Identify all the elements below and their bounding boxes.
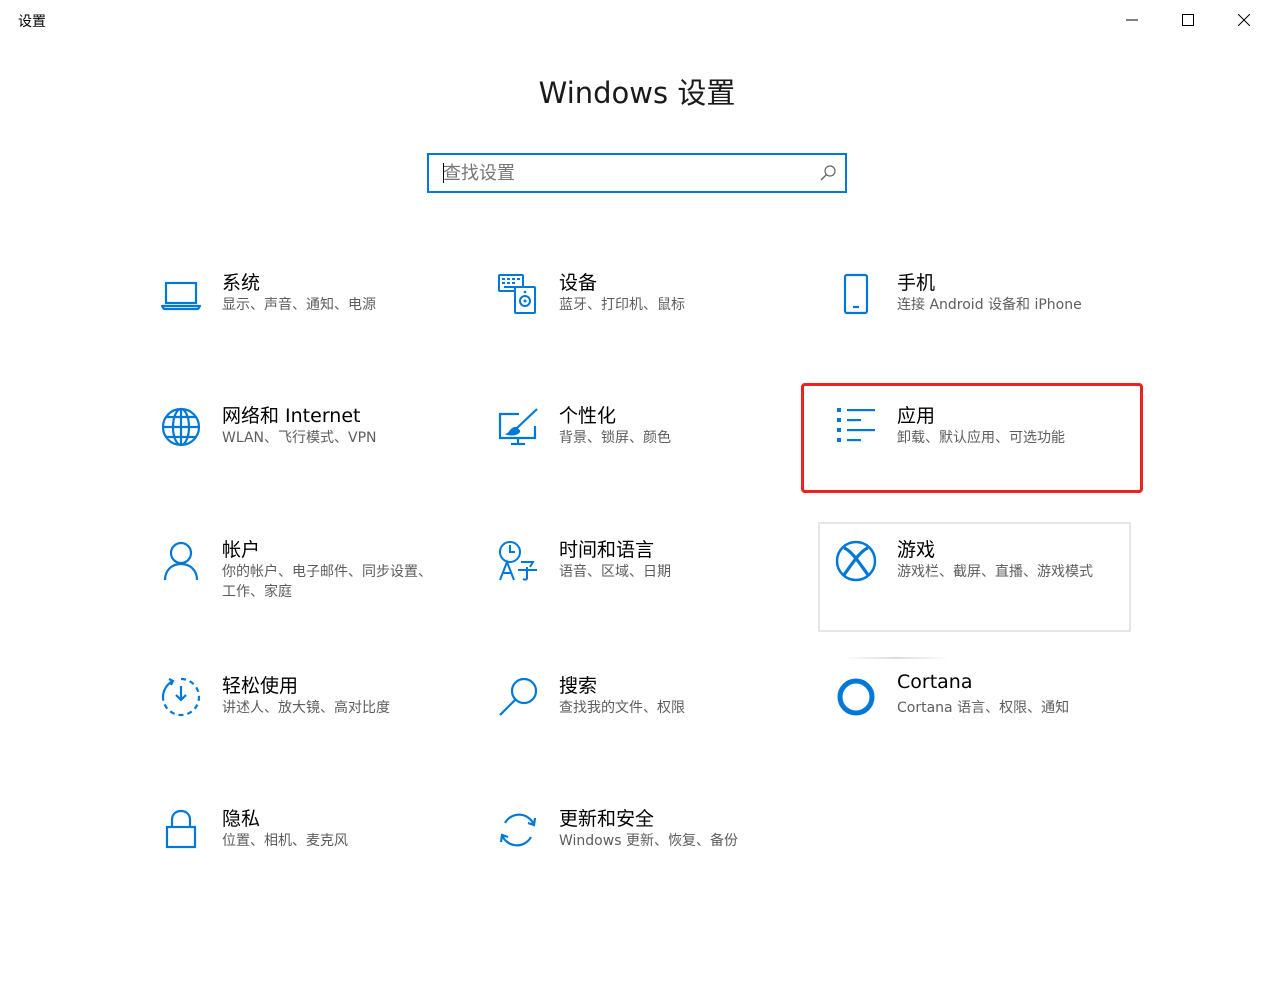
tile-title: 时间和语言 xyxy=(559,539,655,561)
tile-title: 设备 xyxy=(559,272,598,294)
xbox-icon xyxy=(835,540,879,584)
tile-title: 网络和 Internet xyxy=(222,405,361,427)
tile-title: 游戏 xyxy=(897,539,936,561)
minimize-button[interactable] xyxy=(1104,0,1160,40)
search-input[interactable] xyxy=(429,155,813,191)
tile-title: 个性化 xyxy=(559,405,617,427)
maximize-button[interactable] xyxy=(1160,0,1216,40)
search-icon[interactable] xyxy=(819,164,837,182)
tile-description: 蓝牙、打印机、鼠标 xyxy=(559,297,685,313)
page-title: Windows 设置 xyxy=(538,76,736,110)
tile-time-language[interactable]: 时间和语言 语音、区域、日期 xyxy=(497,539,817,640)
tile-description: 讲述人、放大镜、高对比度 xyxy=(222,700,390,716)
tile-title: 帐户 xyxy=(222,539,261,561)
tile-title: 搜索 xyxy=(559,675,598,697)
tile-title: Cortana xyxy=(897,671,973,693)
maximize-icon xyxy=(1182,14,1194,26)
devices-icon xyxy=(497,273,541,317)
person-icon xyxy=(160,540,204,584)
tile-search[interactable]: 搜索 查找我的文件、权限 xyxy=(497,675,817,776)
globe-icon xyxy=(160,406,204,450)
tile-title: 更新和安全 xyxy=(559,808,655,830)
tile-personalization[interactable]: 个性化 背景、锁屏、颜色 xyxy=(497,405,817,506)
tile-network[interactable]: 网络和 Internet WLAN、飞行模式、VPN xyxy=(160,405,480,506)
window-title: 设置 xyxy=(18,14,46,30)
tile-title: 轻松使用 xyxy=(222,675,299,697)
ease-of-access-icon xyxy=(160,676,204,720)
tile-description: WLAN、飞行模式、VPN xyxy=(222,430,377,446)
tile-update-security[interactable]: 更新和安全 Windows 更新、恢复、备份 xyxy=(497,808,817,909)
sync-icon xyxy=(497,809,541,853)
divider xyxy=(842,657,950,659)
tile-description: 游戏栏、截屏、直播、游戏模式 xyxy=(897,564,1093,580)
tile-description: Cortana 语言、权限、通知 xyxy=(897,700,1070,716)
tile-title: 隐私 xyxy=(222,808,261,830)
tile-description: 背景、锁屏、颜色 xyxy=(559,430,671,446)
phone-icon xyxy=(835,273,879,317)
tile-title: 系统 xyxy=(222,272,261,294)
close-button[interactable] xyxy=(1216,0,1272,40)
tile-description: 连接 Android 设备和 iPhone xyxy=(897,297,1082,313)
search-box[interactable] xyxy=(427,153,847,193)
highlight-box-apps xyxy=(801,383,1143,493)
tile-ease-of-access[interactable]: 轻松使用 讲述人、放大镜、高对比度 xyxy=(160,675,480,776)
time-language-icon xyxy=(497,540,541,584)
tile-description: Windows 更新、恢复、备份 xyxy=(559,833,738,849)
close-icon xyxy=(1238,14,1250,26)
lock-icon xyxy=(160,809,204,853)
text-caret xyxy=(443,163,444,183)
cortana-icon xyxy=(835,676,879,720)
paint-icon xyxy=(497,406,541,450)
tile-privacy[interactable]: 隐私 位置、相机、麦克风 xyxy=(160,808,480,909)
title-bar: 设置 xyxy=(0,0,1274,40)
tile-description: 查找我的文件、权限 xyxy=(559,700,685,716)
tile-phone[interactable]: 手机 连接 Android 设备和 iPhone xyxy=(835,272,1155,373)
tile-gaming[interactable]: 游戏 游戏栏、截屏、直播、游戏模式 xyxy=(835,539,1155,640)
tile-cortana[interactable]: Cortana Cortana 语言、权限、通知 xyxy=(835,671,1155,776)
magnifier-icon xyxy=(497,676,541,720)
tile-title: 手机 xyxy=(897,272,936,294)
tile-description: 语音、区域、日期 xyxy=(559,564,671,580)
laptop-icon xyxy=(160,273,204,317)
tile-devices[interactable]: 设备 蓝牙、打印机、鼠标 xyxy=(497,272,817,373)
tile-description: 位置、相机、麦克风 xyxy=(222,833,348,849)
tile-description: 你的帐户、电子邮件、同步设置、工作、家庭 xyxy=(222,564,432,600)
tile-description: 显示、声音、通知、电源 xyxy=(222,297,376,313)
tile-system[interactable]: 系统 显示、声音、通知、电源 xyxy=(160,272,480,373)
tile-accounts[interactable]: 帐户 你的帐户、电子邮件、同步设置、工作、家庭 xyxy=(160,539,480,640)
minimize-icon xyxy=(1126,19,1138,21)
